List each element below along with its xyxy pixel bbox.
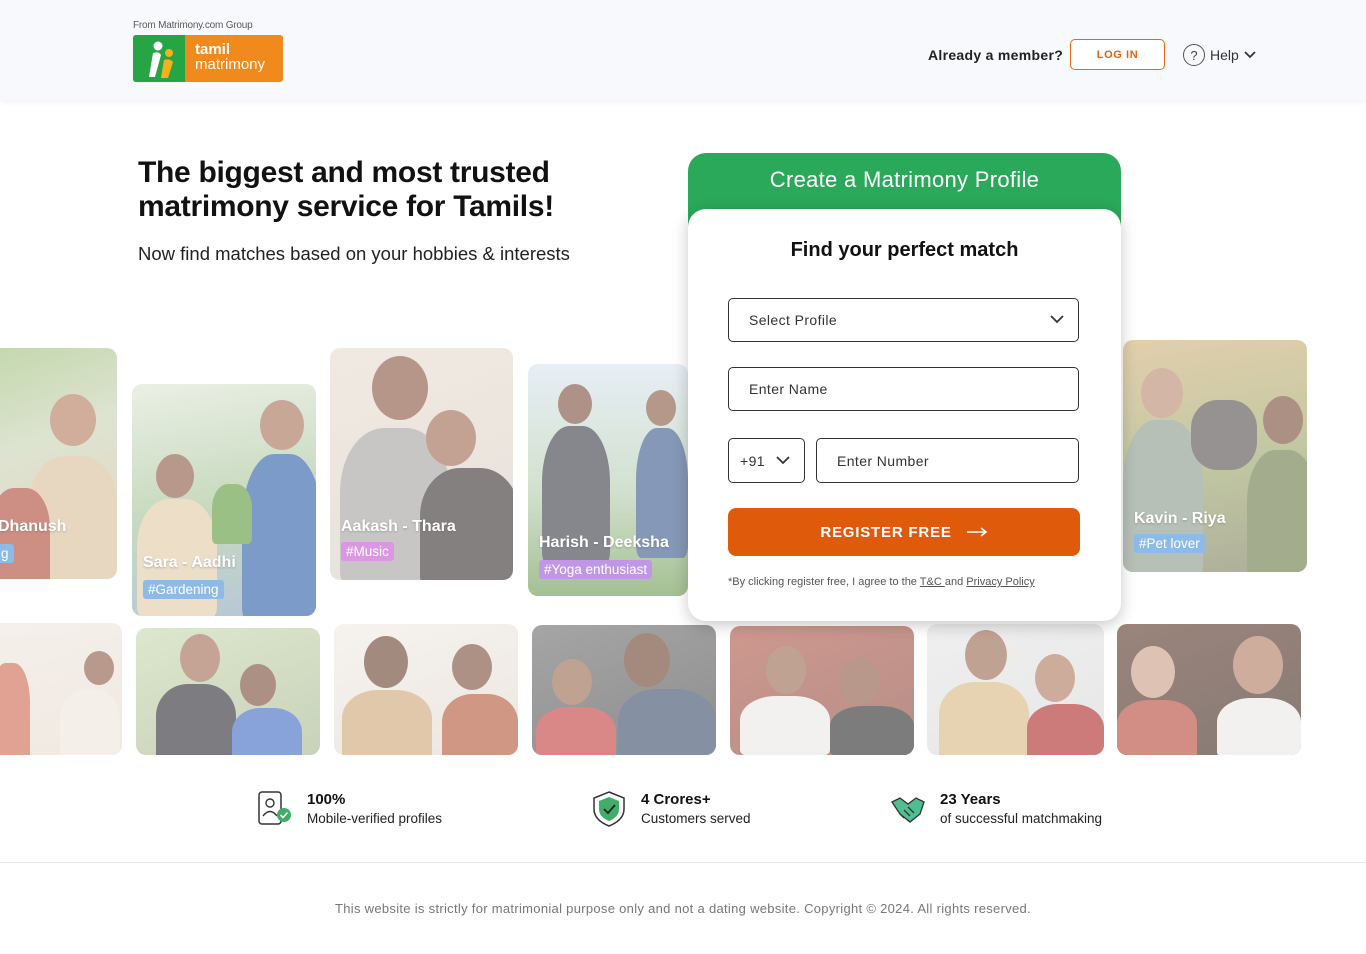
- verified-profile-icon: [258, 791, 291, 825]
- name-placeholder: Enter Name: [749, 381, 828, 397]
- already-member-text: Already a member?: [928, 47, 1064, 63]
- card-names: Harish - Deeksha: [539, 534, 669, 551]
- chevron-down-icon: [1050, 315, 1064, 324]
- card-tag: #Yoga enthusiast: [539, 560, 653, 579]
- help-menu[interactable]: ? Help: [1183, 44, 1256, 66]
- card-tag: #Music: [341, 542, 394, 561]
- terms-prefix: *By clicking register free, I agree to t…: [728, 576, 920, 588]
- couple-photo: [0, 623, 122, 755]
- shield-check-icon: [593, 791, 625, 827]
- chevron-down-icon: [1244, 51, 1256, 59]
- couple-photo: [1117, 624, 1301, 755]
- hero-title: The biggest and most trusted matrimony s…: [138, 156, 554, 223]
- couple-card: Aakash - Thara #Music: [330, 348, 513, 580]
- logo-word-tamil: tamil: [195, 41, 231, 58]
- login-button[interactable]: LOG IN: [1070, 39, 1165, 70]
- card-tag: #Gardening: [143, 580, 224, 599]
- couple-photo: [927, 624, 1104, 755]
- chevron-down-icon: [776, 455, 790, 464]
- card-names: Sara - Aadhi: [143, 554, 236, 571]
- couple-photo: [730, 626, 914, 755]
- stat-text: Mobile-verified profiles: [307, 811, 443, 826]
- footer-disclaimer: This website is strictly for matrimonial…: [334, 901, 1031, 916]
- register-label: REGISTER FREE: [820, 523, 952, 541]
- country-code-value: +91: [740, 452, 765, 469]
- couple-photo: [334, 624, 518, 755]
- card-tag: g: [0, 544, 14, 563]
- help-label: Help: [1210, 47, 1239, 63]
- couple-card: Sara - Aadhi #Gardening: [132, 384, 316, 616]
- select-profile-label: Select Profile: [749, 312, 838, 328]
- phone-number-input[interactable]: Enter Number: [816, 438, 1079, 483]
- group-tagline: From Matrimony.com Group: [133, 20, 253, 31]
- register-free-button[interactable]: REGISTER FREE: [728, 508, 1080, 556]
- footer-divider: [0, 862, 1366, 863]
- terms-and: and: [944, 576, 967, 588]
- help-icon: ?: [1183, 44, 1205, 66]
- stat-number: 4 Crores+: [641, 791, 711, 808]
- terms-link[interactable]: T&C: [920, 576, 945, 588]
- couple-logo-icon: [149, 41, 173, 78]
- name-input[interactable]: Enter Name: [728, 367, 1079, 411]
- couple-photo: [532, 625, 716, 755]
- card-tag: #Pet lover: [1134, 534, 1205, 553]
- form-header-title: Create a Matrimony Profile: [769, 167, 1040, 192]
- stat-years: 23 Years of successful matchmaking: [890, 790, 1102, 828]
- stat-text: of successful matchmaking: [940, 811, 1103, 826]
- privacy-policy-link[interactable]: Privacy Policy: [966, 576, 1034, 588]
- hero-subtitle: Now find matches based on your hobbies &…: [138, 243, 570, 264]
- stat-customers: 4 Crores+ Customers served: [591, 790, 751, 828]
- stat-number: 100%: [307, 791, 346, 808]
- stat-number: 23 Years: [940, 791, 1001, 808]
- registration-form: Find your perfect match Select Profile E…: [688, 209, 1121, 621]
- tamil-matrimony-logo[interactable]: tamil matrimony: [133, 35, 283, 82]
- site-header: From Matrimony.com Group tamil matrimony…: [0, 0, 1366, 100]
- handshake-icon: [891, 797, 925, 823]
- couple-photo: [136, 628, 320, 755]
- card-names: Dhanush: [0, 518, 67, 535]
- card-names: Aakash - Thara: [341, 518, 456, 535]
- select-profile-dropdown[interactable]: Select Profile: [728, 298, 1079, 342]
- couple-card: Kavin - Riya #Pet lover: [1123, 340, 1307, 572]
- form-title: Find your perfect match: [790, 239, 1019, 261]
- logo-word-matrimony: matrimony: [195, 56, 266, 73]
- couple-card: Harish - Deeksha #Yoga enthusiast: [528, 364, 688, 596]
- couple-card: Dhanush g: [0, 348, 117, 579]
- arrow-right-icon: [966, 527, 987, 537]
- stat-text: Customers served: [641, 811, 751, 826]
- stat-verified: 100% Mobile-verified profiles: [257, 790, 442, 828]
- phone-placeholder: Enter Number: [837, 452, 929, 469]
- country-code-select[interactable]: +91: [728, 438, 805, 483]
- card-names: Kavin - Riya: [1134, 510, 1226, 527]
- terms-text: *By clicking register free, I agree to t…: [728, 576, 1088, 588]
